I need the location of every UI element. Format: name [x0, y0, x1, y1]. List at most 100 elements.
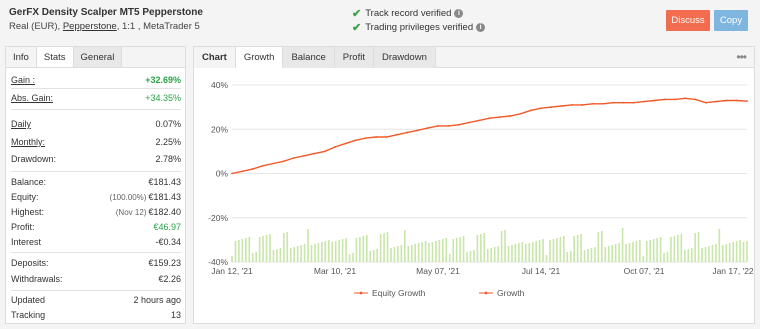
volume-bar	[493, 247, 496, 262]
volume-bar	[241, 239, 244, 262]
monthly-label[interactable]: Monthly:	[11, 137, 45, 147]
growth-point	[715, 100, 717, 103]
volume-bar	[362, 236, 365, 262]
tracking-value: 13	[170, 310, 181, 320]
volume-bar	[607, 246, 610, 262]
profit-row: Profit: €46.97	[11, 222, 181, 232]
volume-bar	[486, 249, 489, 262]
highest-row: Highest: (Nov 12) €182.40	[11, 207, 181, 217]
info-icon[interactable]: i	[454, 9, 464, 18]
volume-bar	[711, 245, 714, 262]
volume-bar	[708, 246, 710, 262]
volume-bar	[338, 240, 340, 262]
volume-bar	[722, 245, 724, 262]
gain-label[interactable]: Gain :	[11, 75, 35, 85]
volume-bar	[348, 254, 351, 262]
chart-label: Chart	[194, 47, 236, 68]
daily-label[interactable]: Daily	[11, 119, 31, 129]
interest-value: -€0.34	[155, 237, 181, 247]
y-tick-label: 20%	[211, 124, 228, 134]
daily-value: 0.07%	[155, 119, 181, 129]
volume-bar	[379, 234, 382, 262]
volume-bar	[314, 244, 316, 262]
volume-bar	[438, 240, 441, 262]
volume-bar	[355, 238, 358, 262]
tab-info[interactable]: Info	[6, 47, 37, 67]
volume-bar	[735, 241, 738, 262]
growth-point	[622, 101, 625, 104]
tab-stats[interactable]: Stats	[36, 47, 74, 67]
volume-bar	[251, 253, 254, 262]
growth-point	[468, 121, 470, 124]
growth-point	[571, 104, 573, 106]
volume-bar	[369, 251, 372, 262]
x-tick-label: Jan 17, '22	[712, 266, 754, 276]
volume-bar	[334, 241, 337, 262]
more-options-icon[interactable]: •••	[736, 50, 747, 64]
copy-button[interactable]: Copy	[714, 10, 748, 31]
volume-bar	[573, 236, 575, 262]
broker-link[interactable]: Pepperstone	[63, 21, 117, 32]
growth-point	[529, 109, 532, 112]
tracking-row: Tracking 13	[11, 310, 181, 320]
growth-point	[406, 131, 408, 134]
volume-bar	[442, 239, 444, 262]
volume-bar	[300, 245, 302, 262]
volume-bar	[238, 240, 240, 262]
tab-profit[interactable]: Profit	[334, 47, 374, 68]
tab-growth[interactable]: Growth	[235, 47, 284, 68]
volume-bar	[417, 243, 420, 262]
system-title: GerFX Density Scalper MT5 Pepperstone	[9, 7, 203, 18]
volume-bar	[563, 236, 565, 262]
growth-point	[303, 154, 305, 157]
volume-bar	[283, 233, 285, 262]
updated-row: Updated 2 hours ago	[11, 295, 181, 305]
balance-label: Balance:	[11, 177, 47, 187]
discuss-button[interactable]: Discuss	[666, 10, 710, 31]
balance-row: Balance: €181.43	[11, 177, 181, 187]
volume-bar	[531, 242, 534, 262]
tab-general[interactable]: General	[73, 47, 123, 67]
tab-drawdown[interactable]: Drawdown	[373, 47, 436, 68]
tracking-label: Tracking	[11, 310, 46, 320]
divider	[11, 252, 181, 253]
divider	[11, 171, 181, 172]
deposits-label: Deposits:	[11, 258, 49, 268]
volume-bar	[431, 242, 434, 262]
equity-label: Equity:	[11, 192, 39, 202]
volume-bar	[718, 229, 721, 262]
gain-row: Gain : +32.69%	[11, 75, 181, 85]
volume-bar	[289, 248, 292, 262]
volume-bar	[545, 255, 548, 262]
drawdown-value: 2.78%	[155, 154, 181, 164]
daily-row: Daily 0.07%	[11, 119, 181, 129]
volume-bar	[659, 237, 662, 262]
volume-bar	[652, 239, 655, 262]
highest-date: (Nov 12)	[115, 208, 147, 217]
volume-bar	[639, 240, 641, 262]
volume-bar	[414, 244, 416, 262]
abs-gain-label[interactable]: Abs. Gain:	[11, 93, 53, 103]
monthly-value: 2.25%	[155, 137, 181, 147]
divider	[11, 88, 181, 89]
info-icon[interactable]: i	[476, 23, 486, 32]
volume-bar	[476, 235, 479, 262]
updated-value: 2 hours ago	[133, 295, 181, 305]
volume-bar	[690, 248, 693, 262]
legend-label: Growth	[497, 288, 525, 298]
growth-point	[416, 129, 419, 132]
deposits-value: €159.23	[148, 258, 181, 268]
growth-point	[591, 102, 594, 105]
volume-bar	[704, 247, 707, 262]
legend-marker	[359, 291, 363, 295]
volume-bar	[590, 248, 593, 262]
tab-balance[interactable]: Balance	[283, 47, 335, 68]
volume-bar	[614, 244, 617, 262]
volume-bar	[677, 235, 679, 262]
volume-bar	[549, 240, 551, 262]
volume-bar	[269, 234, 271, 262]
volume-bar	[670, 237, 672, 262]
check-icon: ✔	[352, 8, 362, 20]
volume-bar	[231, 256, 233, 262]
growth-point	[375, 136, 378, 138]
